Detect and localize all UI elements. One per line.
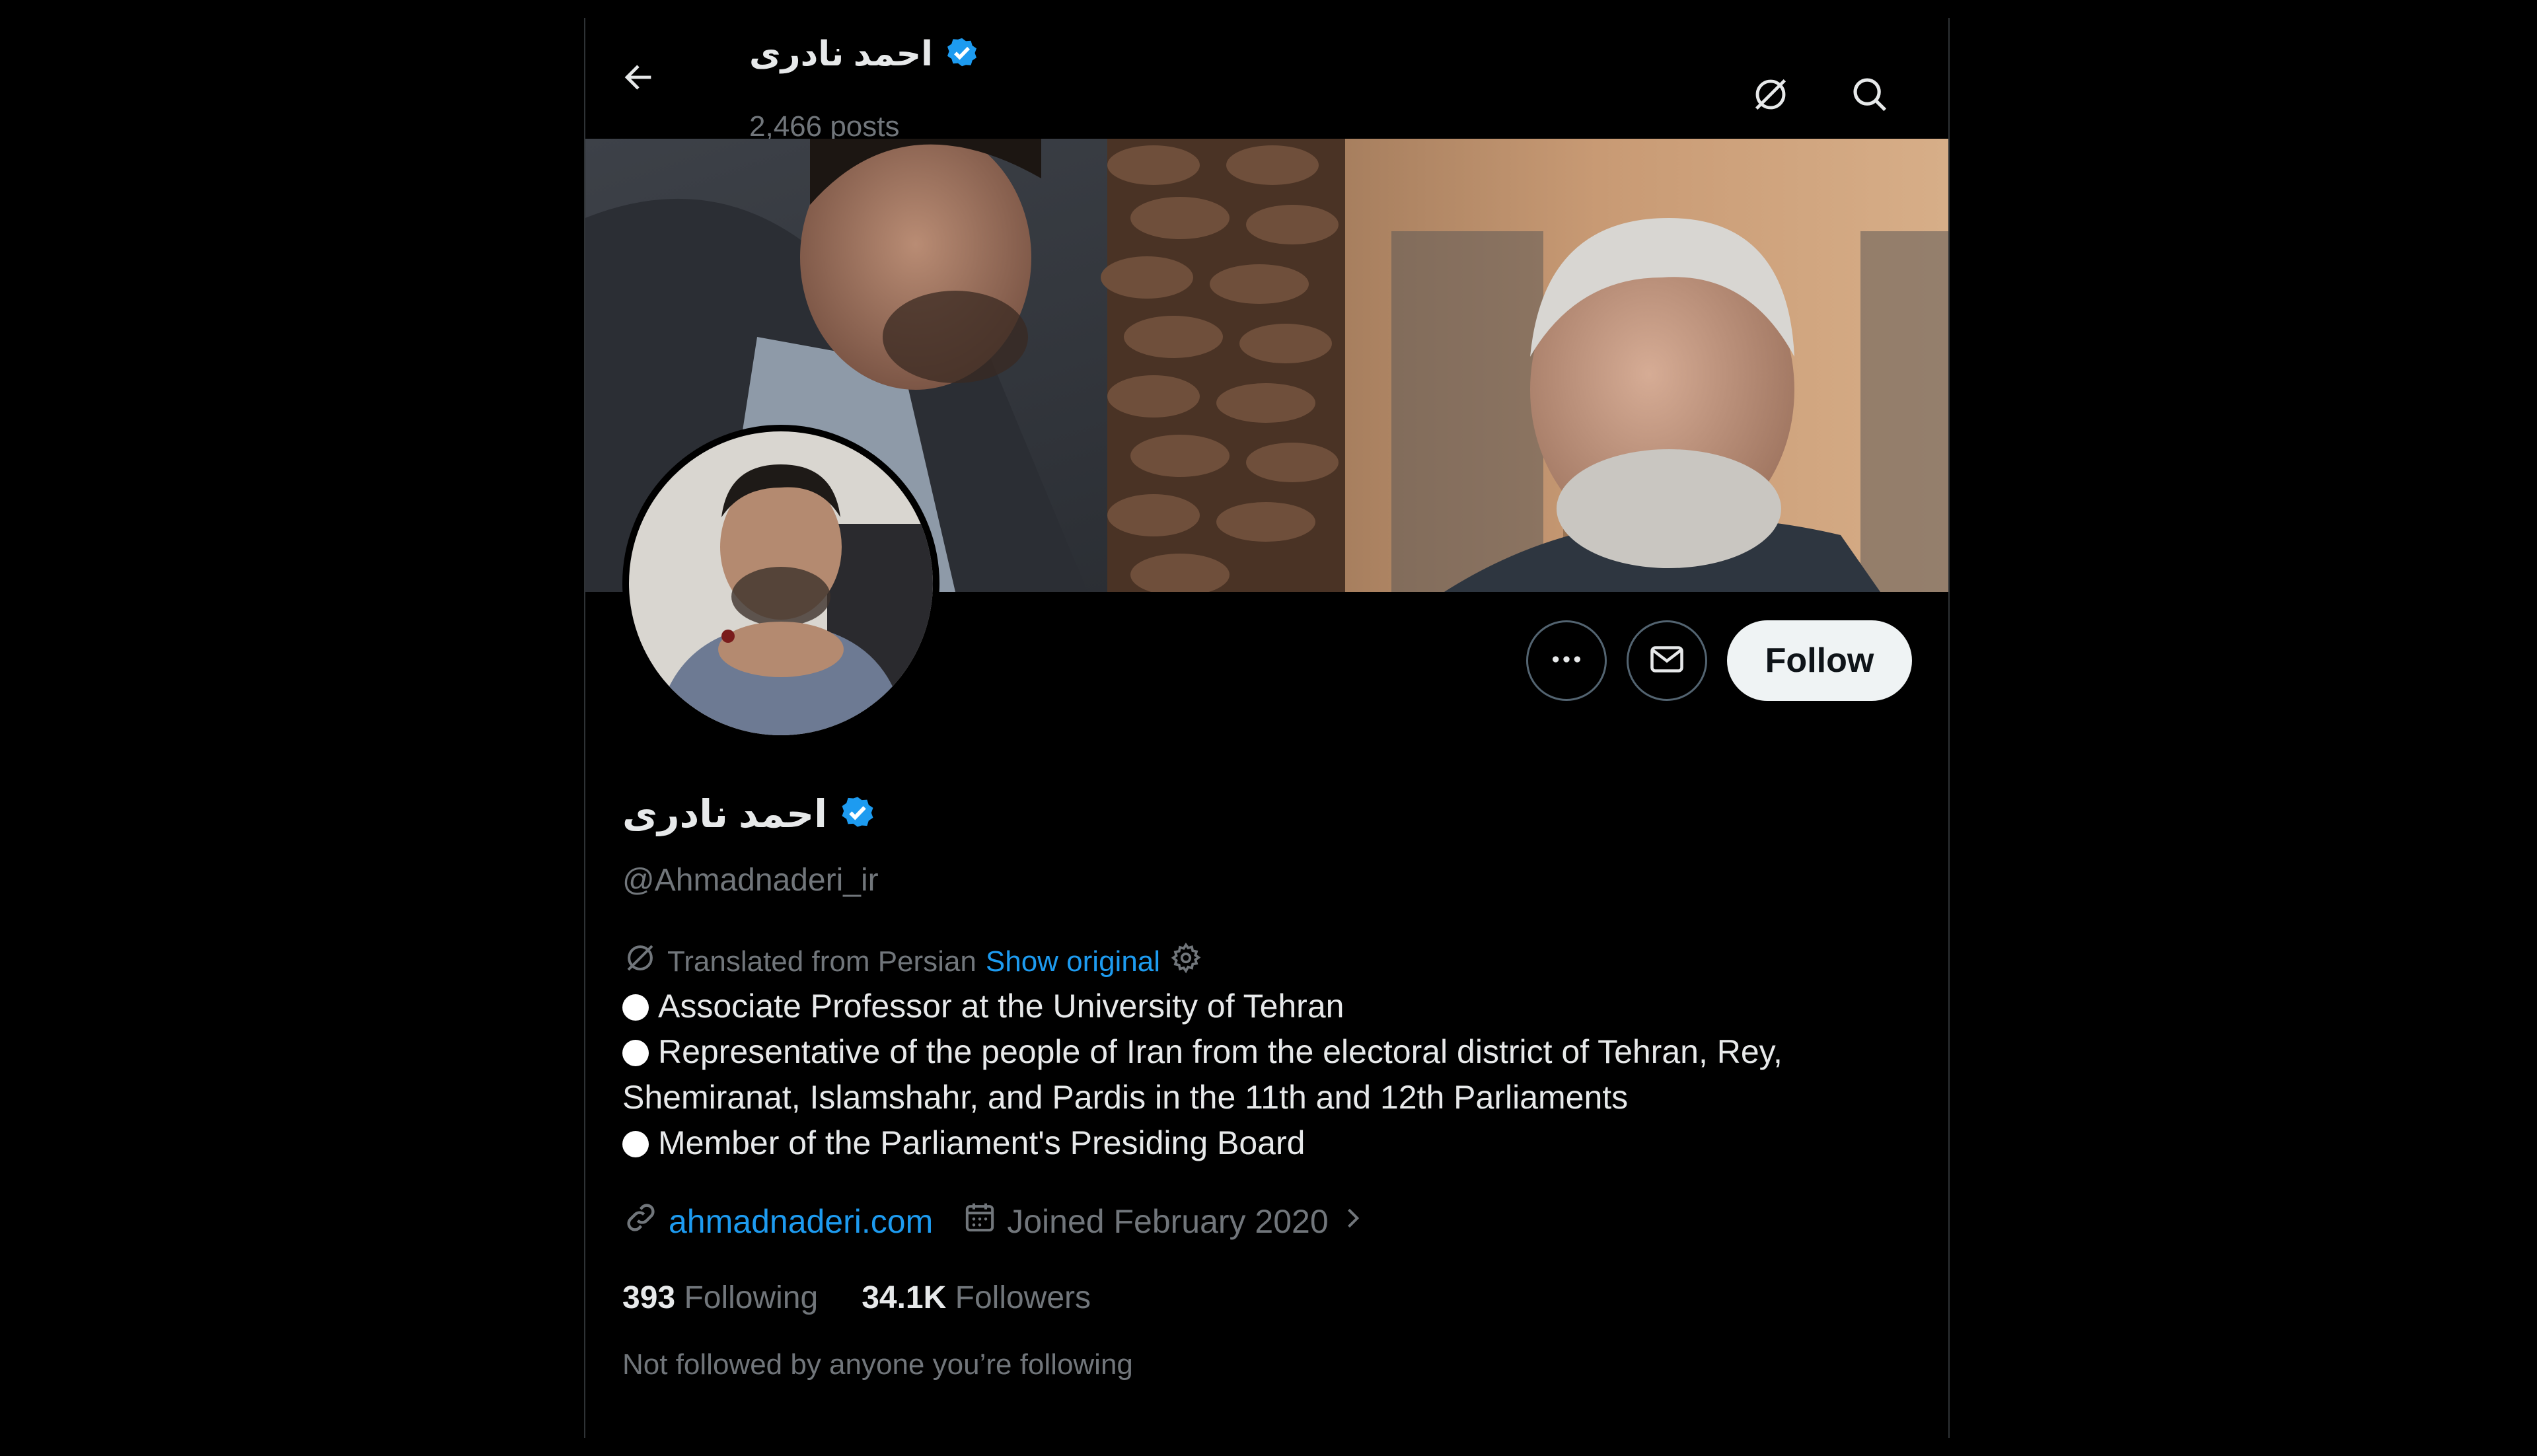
mail-icon: [1647, 639, 1687, 682]
translation-notice: Translated from Persian Show original: [622, 940, 1202, 983]
white-circle-icon: [622, 994, 649, 1021]
header-name: احمد نادری: [749, 34, 933, 73]
white-circle-icon: [622, 1131, 649, 1157]
more-button[interactable]: [1526, 620, 1607, 701]
bio-line: Representative of the people of Iran fro…: [622, 1033, 1783, 1116]
verified-badge-icon: [942, 32, 982, 75]
following-count: 393: [622, 1280, 676, 1315]
following-label: Following: [684, 1280, 819, 1315]
joined-item[interactable]: Joined February 2020: [962, 1200, 1366, 1243]
bio-line: Member of the Parliament's Presiding Boa…: [622, 1120, 1911, 1166]
profile-column: احمد نادری 2,466 posts Follow احمد نادری…: [584, 18, 1950, 1438]
search-button[interactable]: [1843, 69, 1896, 122]
arrow-left-icon: [619, 58, 657, 100]
profile-avatar[interactable]: [622, 425, 939, 742]
translate-icon: [1749, 73, 1792, 119]
follow-stats: 393 Following 34.1K Followers: [622, 1280, 1091, 1316]
translate-button[interactable]: [1744, 69, 1797, 122]
show-original-link[interactable]: Show original: [986, 945, 1160, 978]
joined-date: Joined February 2020: [1007, 1203, 1329, 1240]
following-link[interactable]: 393 Following: [622, 1280, 818, 1316]
verified-badge-icon[interactable]: [836, 791, 879, 836]
back-button[interactable]: [612, 52, 665, 105]
website-item: ahmadnaderi.com: [622, 1199, 933, 1244]
profile-name-row: احمد نادری: [622, 791, 879, 836]
followers-count: 34.1K: [862, 1280, 947, 1315]
display-name: احمد نادری: [622, 792, 828, 836]
profile-bio: Associate Professor at the University of…: [622, 984, 1911, 1166]
chevron-right-icon: [1338, 1202, 1367, 1241]
translated-from-text: Translated from Persian: [667, 945, 976, 978]
gear-icon[interactable]: [1169, 941, 1202, 982]
white-circle-icon: [622, 1040, 649, 1066]
search-icon: [1849, 74, 1890, 118]
followers-label: Followers: [955, 1280, 1091, 1315]
link-icon: [622, 1199, 659, 1244]
more-horizontal-icon: [1548, 641, 1585, 681]
website-link[interactable]: ahmadnaderi.com: [669, 1202, 933, 1241]
calendar-icon: [962, 1200, 998, 1243]
bio-line: Associate Professor at the University of…: [622, 984, 1911, 1029]
message-button[interactable]: [1627, 620, 1707, 701]
translate-icon: [622, 940, 658, 983]
header-title: احمد نادری: [749, 32, 982, 75]
not-followed-text: Not followed by anyone you’re following: [622, 1348, 1133, 1381]
top-bar: احمد نادری 2,466 posts: [585, 18, 1948, 143]
profile-handle: @Ahmadnaderi_ir: [622, 863, 879, 898]
profile-meta: ahmadnaderi.com Joined February 2020: [622, 1199, 1396, 1244]
followers-link[interactable]: 34.1K Followers: [862, 1280, 1091, 1316]
follow-button[interactable]: Follow: [1727, 620, 1912, 701]
